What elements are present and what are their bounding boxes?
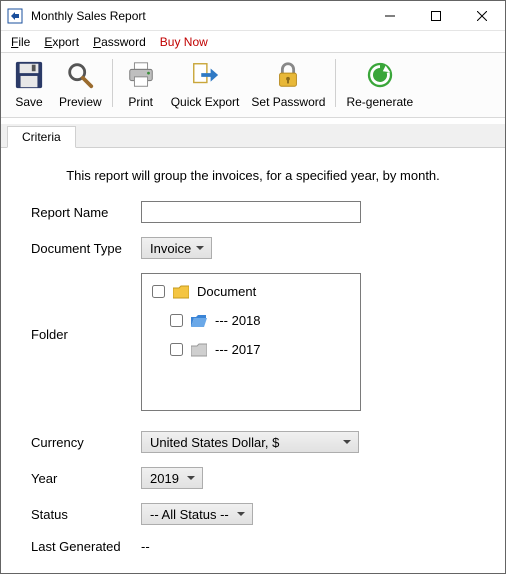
folder-tree: Document --- 2018 --- 2017: [141, 273, 361, 411]
toolbar-separator: [112, 59, 113, 107]
export-arrow-icon: [189, 59, 221, 91]
status-value: -- All Status --: [150, 507, 229, 522]
tabstrip: Criteria: [1, 124, 505, 148]
status-select[interactable]: -- All Status --: [141, 503, 253, 525]
folder-icon: [173, 285, 189, 299]
menubar: File Export Password Buy Now: [1, 31, 505, 53]
tree-label: Document: [197, 284, 256, 299]
tab-content-criteria: This report will group the invoices, for…: [1, 148, 505, 573]
tree-checkbox[interactable]: [170, 314, 183, 327]
tree-checkbox[interactable]: [152, 285, 165, 298]
label-status: Status: [31, 507, 141, 522]
window: Monthly Sales Report File Export Passwor…: [0, 0, 506, 574]
label-year: Year: [31, 471, 141, 486]
folder-closed-icon: [191, 343, 207, 357]
quick-export-label: Quick Export: [171, 95, 240, 109]
print-label: Print: [128, 95, 153, 109]
close-button[interactable]: [459, 1, 505, 31]
tree-checkbox[interactable]: [170, 343, 183, 356]
menu-export[interactable]: Export: [38, 33, 85, 51]
year-select[interactable]: 2019: [141, 467, 203, 489]
maximize-button[interactable]: [413, 1, 459, 31]
set-password-button[interactable]: Set Password: [245, 55, 331, 111]
label-folder: Folder: [31, 273, 141, 342]
last-generated-value: --: [141, 539, 150, 554]
currency-value: United States Dollar, $: [150, 435, 279, 450]
save-label: Save: [15, 95, 42, 109]
label-last-generated: Last Generated: [31, 539, 141, 554]
menu-buy-now[interactable]: Buy Now: [154, 33, 214, 51]
tree-item[interactable]: --- 2017: [170, 342, 350, 357]
report-name-input[interactable]: [141, 201, 361, 223]
year-value: 2019: [150, 471, 179, 486]
magnifier-icon: [64, 59, 96, 91]
currency-select[interactable]: United States Dollar, $: [141, 431, 359, 453]
tree-label: --- 2017: [215, 342, 261, 357]
label-document-type: Document Type: [31, 241, 141, 256]
app-icon: [7, 8, 23, 24]
menu-file[interactable]: File: [5, 33, 36, 51]
print-button[interactable]: Print: [117, 55, 165, 111]
tree-item[interactable]: Document: [152, 284, 350, 299]
tree-item[interactable]: --- 2018: [170, 313, 350, 328]
padlock-icon: [272, 59, 304, 91]
regenerate-label: Re-generate: [346, 95, 413, 109]
preview-button[interactable]: Preview: [53, 55, 108, 111]
toolbar: Save Preview Print: [1, 53, 505, 118]
regenerate-button[interactable]: Re-generate: [340, 55, 419, 111]
tab-criteria[interactable]: Criteria: [7, 126, 76, 148]
printer-icon: [125, 59, 157, 91]
folder-open-icon: [191, 314, 207, 328]
floppy-disk-icon: [13, 59, 45, 91]
document-type-select[interactable]: Invoice: [141, 237, 212, 259]
label-report-name: Report Name: [31, 205, 141, 220]
window-title: Monthly Sales Report: [29, 9, 367, 23]
document-type-value: Invoice: [150, 241, 191, 256]
toolbar-separator: [335, 59, 336, 107]
titlebar: Monthly Sales Report: [1, 1, 505, 31]
menu-password[interactable]: Password: [87, 33, 152, 51]
preview-label: Preview: [59, 95, 102, 109]
report-description: This report will group the invoices, for…: [31, 168, 475, 183]
save-button[interactable]: Save: [5, 55, 53, 111]
quick-export-button[interactable]: Quick Export: [165, 55, 246, 111]
minimize-button[interactable]: [367, 1, 413, 31]
refresh-circle-icon: [364, 59, 396, 91]
set-password-label: Set Password: [251, 95, 325, 109]
tree-label: --- 2018: [215, 313, 261, 328]
label-currency: Currency: [31, 435, 141, 450]
